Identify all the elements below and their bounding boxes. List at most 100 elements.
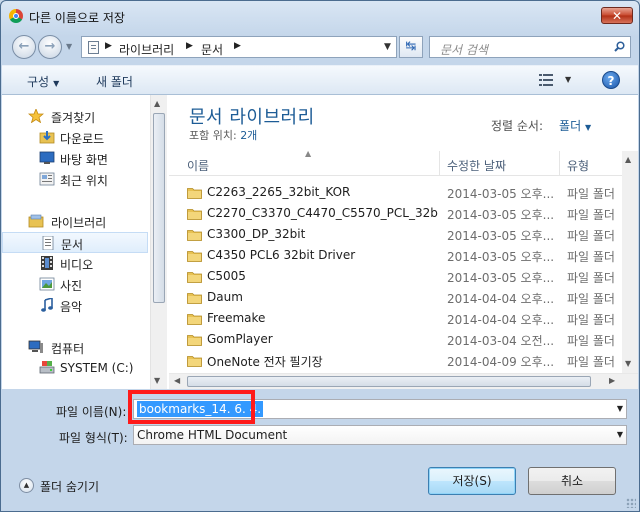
hide-folders-label: 폴더 숨기기 xyxy=(40,480,100,494)
navigation-pane-scrollbar[interactable]: ▲ ▼ xyxy=(150,95,167,389)
recent-pages-dropdown[interactable]: ▼ xyxy=(66,42,72,51)
includes-locations-link[interactable]: 2개 xyxy=(240,129,257,142)
back-button[interactable]: ← xyxy=(12,35,36,59)
main-area: 즐겨찾기 다운로드 바탕 화면 최근 위치 라이브러리 문서 비디오 사진 음악… xyxy=(2,95,638,389)
chevron-down-icon[interactable]: ▼ xyxy=(617,430,623,439)
table-row[interactable]: C2263_2265_32bit_KOR 2014-03-05 오후... 파일 폴… xyxy=(169,182,622,203)
file-type-cell: 파일 폴더 xyxy=(567,271,615,285)
scroll-left-icon[interactable]: ◀ xyxy=(174,376,180,385)
date-modified-cell: 2014-03-05 오후... xyxy=(447,229,555,243)
scrollbar-thumb[interactable] xyxy=(187,376,591,387)
refresh-button[interactable]: ↹ xyxy=(399,36,423,58)
arrange-by-dropdown[interactable]: 폴더 ▼ xyxy=(559,119,591,133)
sidebar-item-music[interactable]: 음악 xyxy=(2,295,148,316)
sidebar-item-label: 사진 xyxy=(60,279,83,293)
date-modified-cell: 2014-03-05 오후... xyxy=(447,250,555,264)
breadcrumb-root-arrow[interactable]: ▶ xyxy=(105,41,112,51)
date-modified-cell: 2014-03-04 오전... xyxy=(447,334,555,348)
close-button[interactable]: ✕ xyxy=(601,7,633,24)
table-row[interactable]: OneNote 전자 필기장 2014-04-09 오후... 파일 폴더 xyxy=(169,350,622,371)
file-type-value: Chrome HTML Document xyxy=(137,428,288,442)
column-divider[interactable] xyxy=(439,151,440,175)
scrollbar-thumb[interactable] xyxy=(153,113,165,303)
search-icon[interactable] xyxy=(614,41,625,52)
downloads-folder-icon xyxy=(39,131,55,144)
date-modified-cell: 2014-03-05 오후... xyxy=(447,271,555,285)
new-folder-button[interactable]: 새 폴더 xyxy=(96,73,133,90)
view-options-dropdown[interactable]: ▼ xyxy=(565,75,571,84)
address-bar[interactable]: ▶ 라이브러리 ▶ 문서 ▶ ▼ xyxy=(81,36,397,58)
cancel-button[interactable]: 취소 xyxy=(528,467,616,495)
sidebar-item-pictures[interactable]: 사진 xyxy=(2,274,148,295)
scroll-down-icon[interactable]: ▼ xyxy=(625,359,631,368)
date-modified-cell: 2014-04-09 오후... xyxy=(447,355,555,369)
file-name-cell: C2270_C3370_C4470_C5570_PCL_32bi... xyxy=(207,206,439,220)
computer-icon xyxy=(28,340,43,353)
column-divider[interactable] xyxy=(559,151,560,175)
column-type[interactable]: 유형 xyxy=(567,157,589,174)
help-icon[interactable]: ? xyxy=(602,71,620,89)
file-list-horizontal-scrollbar[interactable]: ◀ ▶ xyxy=(169,373,638,389)
search-input[interactable]: 문서 검색 xyxy=(429,36,631,58)
sidebar-item-desktop[interactable]: 바탕 화면 xyxy=(2,148,148,169)
scroll-up-icon[interactable]: ▲ xyxy=(154,99,160,108)
scroll-right-icon[interactable]: ▶ xyxy=(609,376,615,385)
column-date-modified[interactable]: 수정한 날짜 xyxy=(447,157,506,174)
sidebar-item-videos[interactable]: 비디오 xyxy=(2,253,148,274)
arrange-by-value: 폴더 xyxy=(559,119,582,133)
resize-grip[interactable] xyxy=(626,498,636,508)
sidebar-item-documents[interactable]: 문서 xyxy=(2,232,148,253)
breadcrumb-documents[interactable]: 문서 xyxy=(201,41,223,58)
sidebar-item-computer[interactable]: 컴퓨터 xyxy=(2,337,148,358)
arrange-by: 정렬 순서: 폴더 ▼ xyxy=(491,117,591,134)
file-type-select[interactable]: Chrome HTML Document ▼ xyxy=(133,425,627,445)
column-name[interactable]: 이름 xyxy=(187,157,209,174)
folder-icon xyxy=(187,249,202,262)
search-placeholder: 문서 검색 xyxy=(440,43,488,57)
sidebar-item-favorites[interactable]: 즐겨찾기 xyxy=(2,106,148,127)
date-modified-cell: 2014-03-05 오후... xyxy=(447,187,555,201)
file-name-cell: C4350 PCL6 32bit Driver xyxy=(207,248,356,262)
folder-icon xyxy=(187,186,202,199)
sidebar-item-label: 컴퓨터 xyxy=(51,342,85,356)
address-dropdown-arrow[interactable]: ▼ xyxy=(384,42,391,52)
file-type-cell: 파일 폴더 xyxy=(567,229,615,243)
file-list-vertical-scrollbar[interactable]: ▲ ▼ xyxy=(622,151,638,373)
breadcrumb-arrow[interactable]: ▶ xyxy=(234,41,241,51)
table-row[interactable]: GomPlayer 2014-03-04 오전... 파일 폴더 xyxy=(169,329,622,350)
table-row[interactable]: C4350 PCL6 32bit Driver 2014-03-05 오후... 파… xyxy=(169,245,622,266)
forward-button[interactable]: → xyxy=(38,35,62,59)
folder-icon xyxy=(187,207,202,220)
chevron-down-icon: ▼ xyxy=(584,123,592,132)
scroll-down-icon[interactable]: ▼ xyxy=(154,376,160,385)
scroll-up-icon[interactable]: ▲ xyxy=(625,155,631,164)
breadcrumb-libraries[interactable]: 라이브러리 xyxy=(119,41,174,58)
date-modified-cell: 2014-03-05 오후... xyxy=(447,208,555,222)
file-type-cell: 파일 폴더 xyxy=(567,292,615,306)
file-type-cell: 파일 폴더 xyxy=(567,208,615,222)
table-row[interactable]: C2270_C3370_C4470_C5570_PCL_32bi... 2014-… xyxy=(169,203,622,224)
folder-icon xyxy=(187,312,202,325)
sidebar-item-label: 다운로드 xyxy=(60,132,105,146)
organize-menu[interactable]: 구성 ▼ xyxy=(27,73,59,90)
sidebar-item-label: 바탕 화면 xyxy=(60,153,108,167)
sidebar-item-downloads[interactable]: 다운로드 xyxy=(2,127,148,148)
table-row[interactable]: C5005 2014-03-05 오후... 파일 폴더 xyxy=(169,266,622,287)
chrome-icon xyxy=(9,9,23,23)
file-name-dropdown[interactable]: ▼ xyxy=(617,404,623,413)
table-row[interactable]: C3300_DP_32bit 2014-03-05 오후... 파일 폴더 xyxy=(169,224,622,245)
save-as-dialog: 다른 이름으로 저장 ✕ ← → ▼ ▶ 라이브러리 ▶ 문서 ▶ ▼ ↹ 문서… xyxy=(0,0,640,512)
file-name-cell: C5005 xyxy=(207,269,246,283)
save-button[interactable]: 저장(S) xyxy=(428,467,516,495)
window-title: 다른 이름으로 저장 xyxy=(29,11,125,25)
table-row[interactable]: Daum 2014-04-04 오후... 파일 폴더 xyxy=(169,287,622,308)
view-options-icon[interactable] xyxy=(539,74,553,86)
arrow-left-icon: ← xyxy=(18,39,30,54)
refresh-icon: ↹ xyxy=(405,39,417,54)
sidebar-item-recent-places[interactable]: 최근 위치 xyxy=(2,169,148,190)
breadcrumb-arrow[interactable]: ▶ xyxy=(186,41,193,51)
table-row[interactable]: Freemake 2014-04-04 오후... 파일 폴더 xyxy=(169,308,622,329)
sidebar-item-system-drive[interactable]: SYSTEM (C:) xyxy=(2,358,148,379)
sidebar-item-libraries[interactable]: 라이브러리 xyxy=(2,211,148,232)
sidebar-item-label: 비디오 xyxy=(60,258,94,272)
